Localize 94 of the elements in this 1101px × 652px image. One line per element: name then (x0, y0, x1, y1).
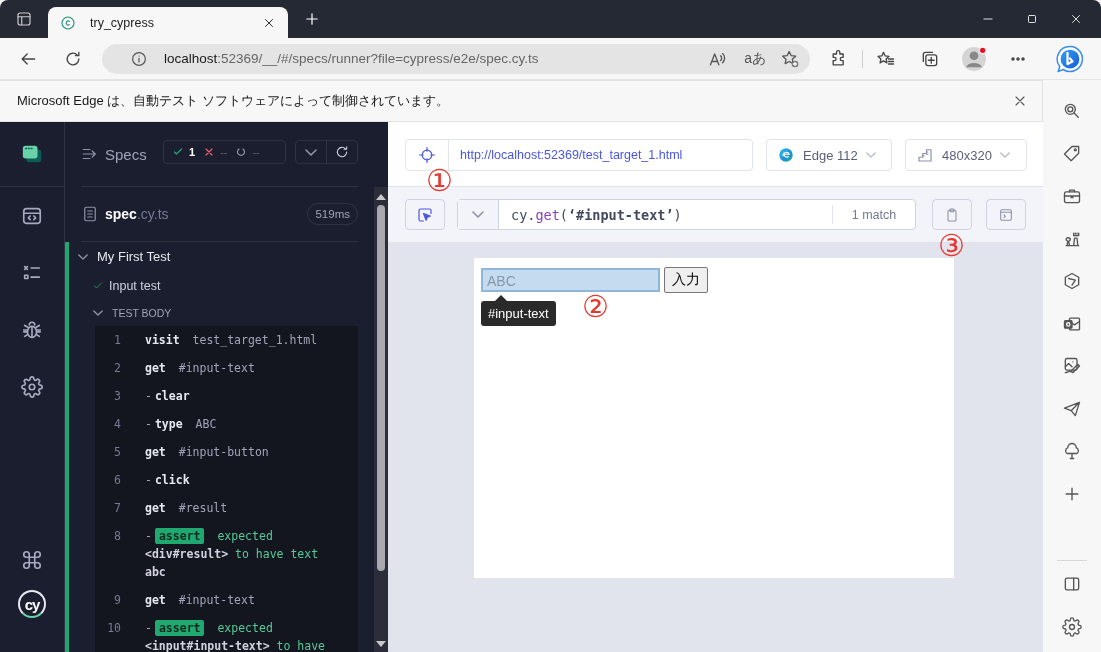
chevron-down-icon (865, 152, 876, 158)
message-value: <input#input-text> (145, 639, 270, 652)
suite-title[interactable]: My First Test (97, 249, 171, 264)
dash-mark: - (145, 389, 152, 403)
line-number: 6 (113, 472, 121, 489)
specs-title[interactable]: Specs (105, 145, 147, 163)
selector-field[interactable]: cy.get(‘#input-text’) (499, 205, 833, 224)
pointer-box-icon (416, 205, 434, 224)
command-message: ABC (195, 417, 217, 431)
browser-logo-icon (777, 146, 795, 164)
dash-mark: - (145, 529, 152, 543)
line-number: 7 (113, 500, 121, 517)
command-name[interactable]: click (154, 473, 190, 487)
spec-file-name: spec.cy.ts (105, 206, 169, 222)
assert-label[interactable]: assert (154, 528, 205, 544)
command-name[interactable]: visit (145, 333, 180, 347)
dash-mark: - (145, 473, 152, 487)
address-bar[interactable]: localhost:52369/__/#/specs/runner?file=cypress/e2e/spec.cy.ts aあ (102, 43, 810, 74)
star-add-icon[interactable] (780, 48, 800, 69)
pending-count: -- (252, 146, 260, 158)
command-message: #input-text (178, 593, 255, 607)
pending-icon (235, 146, 248, 158)
hexagon-logo-icon[interactable] (1062, 271, 1082, 292)
message-value: abc (145, 565, 166, 579)
section-title[interactable]: TEST BODY (112, 307, 172, 319)
new-tab-icon[interactable] (303, 10, 321, 28)
chevron-down-icon (472, 211, 484, 218)
command-name[interactable]: type (154, 417, 183, 431)
line-number: 1 (113, 332, 121, 349)
command-name[interactable]: get (145, 445, 166, 459)
line-number: 4 (113, 416, 121, 433)
settings-icon[interactable] (1062, 616, 1082, 637)
annotation-number: ③ (938, 229, 965, 263)
message-text: expected (217, 529, 273, 543)
chevron-down-icon (999, 152, 1010, 158)
clipboard-icon (944, 206, 960, 223)
document-icon (81, 205, 99, 223)
line-number: 5 (113, 444, 121, 461)
refresh-icon[interactable] (334, 144, 350, 160)
console-panel-icon (998, 206, 1014, 223)
message-text: to have text (235, 547, 319, 561)
scrollbar[interactable] (374, 187, 388, 652)
info-icon[interactable] (130, 49, 148, 68)
input-button[interactable]: 入力 (664, 267, 708, 293)
chevron-down-icon[interactable] (93, 310, 103, 316)
translate-button[interactable]: aあ (744, 49, 766, 68)
selector-picker-button[interactable] (405, 199, 445, 230)
line-number: 8 (113, 528, 121, 545)
command-message: #input-text (178, 361, 255, 375)
command-name[interactable]: get (145, 593, 166, 607)
command-message: #result (178, 501, 228, 515)
viewport-dropdown[interactable]: 480x320 (905, 139, 1027, 171)
selector-tooltip: #input-text (481, 301, 556, 326)
match-count: 1 match (850, 206, 898, 224)
line-number: 10 (106, 620, 121, 637)
check-icon (172, 146, 184, 158)
settings-icon[interactable] (21, 375, 43, 398)
cypress-logo[interactable]: cy (18, 590, 46, 618)
chevron-down-icon[interactable] (78, 253, 88, 260)
line-number: 3 (113, 388, 121, 405)
url-text: localhost:52369/__/#/specs/runner?file=cypress/e2e/spec.cy.ts (164, 51, 539, 66)
avatar-icon[interactable] (961, 45, 987, 72)
bug-icon[interactable] (21, 318, 43, 341)
tree-icon[interactable] (1062, 441, 1082, 462)
browser-tab[interactable]: try_cypress (48, 7, 288, 38)
chevron-down-icon[interactable] (305, 148, 317, 156)
failed-count: -- (220, 146, 228, 158)
command-name[interactable]: clear (154, 389, 190, 403)
tab-actions-icon[interactable] (15, 10, 33, 28)
command-name[interactable]: get (145, 361, 166, 375)
passed-count: 1 (189, 146, 196, 158)
dash-mark: - (145, 417, 152, 431)
line-number: 2 (113, 360, 121, 377)
line-number: 9 (113, 592, 121, 609)
assert-label[interactable]: assert (154, 620, 205, 636)
command-message: #input-button (178, 445, 269, 459)
close-icon[interactable] (1069, 12, 1083, 26)
circle-logo-icon (60, 14, 76, 31)
annotation-number: ① (426, 164, 453, 198)
command-key-icon[interactable] (21, 548, 43, 571)
chat-bubble-logo-icon[interactable] (1055, 43, 1085, 74)
maximize-icon[interactable] (1025, 12, 1039, 26)
tag-icon[interactable] (1062, 143, 1082, 164)
command-name[interactable]: get (145, 501, 166, 515)
dash-mark: - (145, 621, 152, 635)
browser-dropdown[interactable]: Edge 112 (766, 139, 892, 171)
command-message: test_target_1.html (192, 333, 318, 347)
app-logo-icon[interactable] (21, 143, 43, 165)
message-text: expected (217, 621, 273, 635)
test-title[interactable]: Input test (109, 278, 161, 293)
message-text: to have (276, 639, 326, 652)
message-value: <div#result> (145, 547, 229, 561)
annotation-number: ② (582, 290, 609, 324)
infobar-message: Microsoft Edge は、自動テスト ソフトウェアによって制御されています。 (17, 92, 449, 110)
